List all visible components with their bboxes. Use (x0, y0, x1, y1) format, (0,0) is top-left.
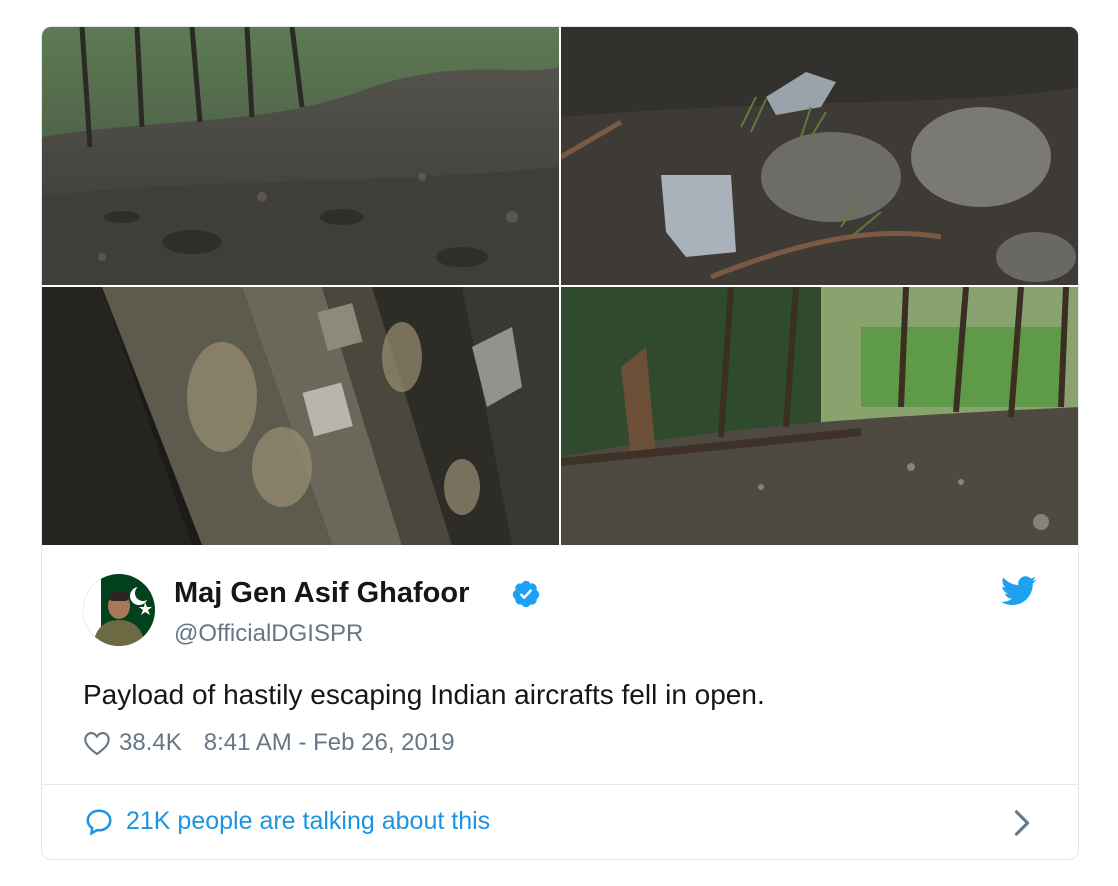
chevron-right-icon[interactable] (1013, 809, 1031, 837)
media-photo-2[interactable]: i (561, 27, 1078, 285)
heart-icon[interactable] (83, 730, 111, 756)
media-photo-1[interactable] (42, 27, 559, 285)
like-count[interactable]: 38.4K (119, 729, 182, 757)
conversation-link[interactable]: 21K people are talking about this (42, 785, 1078, 859)
avatar[interactable] (83, 574, 155, 646)
tweet-text: Payload of hastily escaping Indian aircr… (83, 679, 765, 710)
author-name[interactable]: Maj Gen Asif Ghafoor (174, 577, 469, 610)
media-photo-4[interactable] (561, 287, 1078, 545)
reply-bubble-icon (86, 809, 112, 836)
media-photo-3[interactable] (42, 287, 559, 545)
tweet-meta: 38.4K 8:41 AM - Feb 26, 2019 (83, 727, 455, 759)
twitter-bird-icon[interactable] (1001, 576, 1037, 606)
tweet-card[interactable]: i (41, 26, 1079, 860)
verified-badge-icon (512, 580, 540, 608)
author-handle[interactable]: @OfficialDGISPR (174, 620, 363, 648)
media-grid[interactable]: i (42, 27, 1078, 545)
timestamp[interactable]: 8:41 AM - Feb 26, 2019 (204, 729, 455, 757)
conversation-label[interactable]: 21K people are talking about this (126, 807, 490, 836)
